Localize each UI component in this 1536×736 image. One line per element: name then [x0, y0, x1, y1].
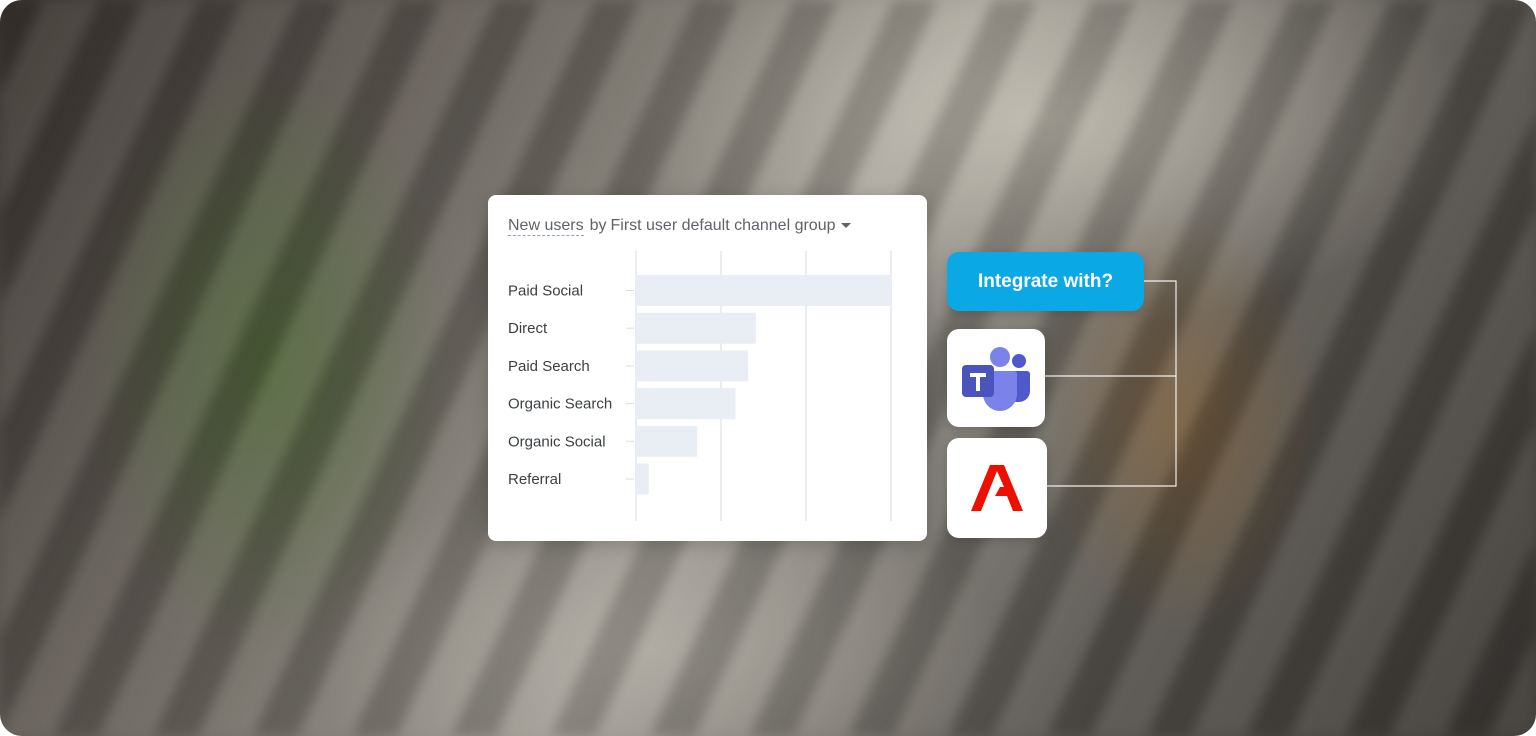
- bar-paid-search[interactable]: [636, 350, 749, 382]
- adobe-integration-tile[interactable]: [947, 438, 1047, 538]
- adobe-icon: [971, 465, 1023, 511]
- bar-referral[interactable]: [636, 463, 649, 495]
- teams-integration-tile[interactable]: [947, 329, 1045, 427]
- bar-chart: Paid Social Direct Paid Search Organic Sear…: [508, 251, 892, 521]
- chart-card: New users by First user default channel gr…: [488, 195, 927, 541]
- category-label: Paid Social: [508, 283, 583, 300]
- category-label: Paid Search: [508, 358, 590, 375]
- category-label: Organic Search: [508, 396, 612, 413]
- bar-organic-search[interactable]: [636, 388, 736, 420]
- category-label: Referral: [508, 471, 561, 488]
- microsoft-teams-icon: [962, 347, 1030, 411]
- bar-organic-social[interactable]: [636, 425, 698, 457]
- integrate-with-label: Integrate with?: [977, 270, 1114, 292]
- integrate-with-badge[interactable]: Integrate with?: [947, 252, 1144, 311]
- bar-paid-social[interactable]: [636, 275, 891, 306]
- category-label: Organic Social: [508, 433, 606, 450]
- category-label: Direct: [508, 320, 548, 337]
- bar-direct[interactable]: [636, 312, 756, 344]
